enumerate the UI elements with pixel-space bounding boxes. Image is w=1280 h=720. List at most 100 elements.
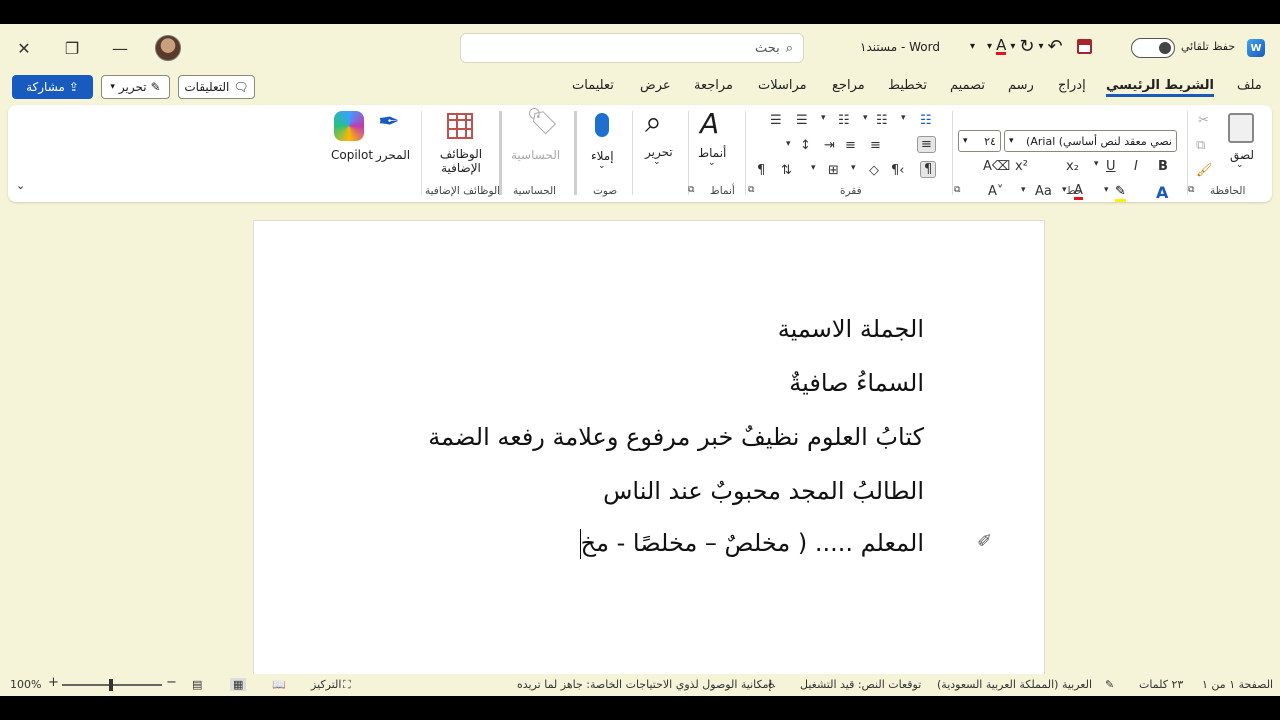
editor-label[interactable]: المحرر [376,148,410,162]
document-line[interactable]: كتابُ العلوم نظيفٌ خبر مرفوع وعلامة رفعه… [428,423,924,451]
document-line-current[interactable]: المعلم ..... ( مخلصٌ – مخلصًا - مخ [579,529,924,559]
format-painter-icon[interactable]: 🖌 [1196,163,1213,178]
tab-draw[interactable]: رسم [1008,78,1034,93]
document-line[interactable]: الجملة الاسمية [778,315,924,343]
undo-icon[interactable]: ↶ [1047,36,1062,57]
addins-label[interactable]: الوظائف الإضافية [437,147,485,175]
tab-insert[interactable]: إدراج [1058,78,1086,93]
zoom-slider-thumb[interactable] [109,679,113,691]
accessibility-icon[interactable]: ♿ [767,678,777,691]
font-name-combo[interactable]: نصي معقد لنص أساسي) Arial) ▾ [1004,130,1177,152]
shading-icon[interactable]: ◇ [869,163,879,178]
paste-chevron-icon[interactable]: ⌄ [1236,160,1244,170]
tab-layout[interactable]: تخطيط [888,78,927,93]
font-size-combo[interactable]: ٢٤ ▾ [958,130,1001,152]
search-box[interactable]: بحث ⌕ [460,33,804,63]
numbering-icon[interactable]: ☷ [876,113,888,128]
styles-chevron-icon[interactable]: ⌄ [708,158,716,168]
dictate-chevron-icon[interactable]: ⌄ [598,161,606,171]
zoom-in-icon[interactable]: + [48,675,59,690]
undo-dropdown-icon[interactable]: ▾ [1038,41,1043,52]
chevron-down-icon[interactable]: ▾ [863,113,868,123]
document-line[interactable]: السماءُ صافيةٌ [789,369,924,397]
ltr-icon[interactable]: ⇥ [824,138,835,153]
chevron-down-icon[interactable]: ▾ [1104,185,1109,195]
align-right-icon[interactable]: ☰ [796,113,808,128]
align-right-active-icon[interactable]: ≡ [917,136,936,153]
justify-icon[interactable]: ≡ [845,138,856,153]
tab-references[interactable]: مراجع [832,78,865,93]
document-title[interactable]: مستند١ - Word [860,40,940,54]
save-icon[interactable] [1076,39,1092,54]
change-case-icon[interactable]: Aa [1035,184,1052,199]
restore-icon[interactable]: ❐ [52,32,92,64]
proofing-icon[interactable]: ✎ [1105,678,1114,691]
chevron-down-icon[interactable]: ▾ [1094,159,1099,169]
copilot-label[interactable]: Copilot [331,148,373,162]
styles-launcher-icon[interactable]: ⧉ [688,185,694,195]
autosave-toggle[interactable] [1131,38,1175,58]
underline-icon[interactable]: U [1106,159,1116,174]
redo-dropdown-icon[interactable]: ▾ [987,41,992,52]
copy-icon[interactable]: ⧉ [1196,138,1205,153]
font-color-icon[interactable]: A [996,38,1007,55]
font-launcher-icon[interactable]: ⧉ [954,185,960,195]
superscript-icon[interactable]: x² [1015,159,1028,174]
read-mode-icon[interactable]: 📖 [272,678,286,691]
redo-icon[interactable]: ↻ [1019,36,1034,57]
cut-icon[interactable]: ✂ [1198,113,1209,128]
find-icon[interactable]: ⌕ [645,105,662,140]
highlight-icon[interactable]: ✎ [1115,184,1126,202]
subscript-icon[interactable]: x₂ [1066,159,1079,174]
editing-chevron-icon[interactable]: ⌄ [653,157,661,167]
draw-pen-icon[interactable]: ✐ [977,531,992,552]
tab-mailings[interactable]: مراسلات [758,78,807,93]
chevron-down-icon[interactable]: ▾ [811,163,816,173]
document-page[interactable]: الجملة الاسمية السماءُ صافيةٌ كتابُ العل… [253,220,1045,696]
bullets-icon[interactable]: ☷ [920,113,932,128]
text-effects-icon[interactable]: A [1156,183,1168,202]
chevron-down-icon[interactable]: ▾ [821,113,826,123]
line-spacing-icon[interactable]: ↕ [800,138,811,153]
editor-icon[interactable]: ✒ [378,107,400,137]
chevron-down-icon[interactable]: ▾ [786,139,791,149]
copilot-icon[interactable] [334,111,364,141]
language-status[interactable]: العربية (المملكة العربية السعودية) [937,678,1092,691]
focus-icon[interactable]: ⛶ [343,678,351,692]
clipboard-launcher-icon[interactable]: ⧉ [1188,185,1194,195]
borders-icon[interactable]: ⊞ [828,163,839,178]
center-icon[interactable]: ≡ [870,138,881,153]
sort-icon[interactable]: ⇅ [781,163,792,178]
page-number[interactable]: الصفحة ١ من ١ [1202,678,1273,691]
bold-icon[interactable]: B [1158,159,1168,174]
clear-formatting-icon[interactable]: A⌫ [983,159,1010,174]
chevron-down-icon[interactable]: ▾ [1021,185,1026,195]
font-color-dropdown-icon[interactable]: ▾ [1010,41,1015,52]
print-layout-icon[interactable]: ▦ [230,678,247,691]
addins-icon[interactable] [447,113,473,139]
tab-design[interactable]: تصميم [950,78,985,93]
chevron-down-icon[interactable]: ▾ [851,163,856,173]
font-size-shrink-icon[interactable]: A˅ [988,184,1003,199]
paste-icon[interactable] [1228,113,1254,143]
minimize-icon[interactable]: — [100,32,140,64]
tab-file[interactable]: ملف [1237,78,1262,93]
web-layout-icon[interactable]: ▤ [192,678,202,691]
collapse-ribbon-icon[interactable]: ⌄ [16,179,25,192]
rtl-direction-icon[interactable]: ¶‹ [891,163,904,178]
chevron-down-icon[interactable]: ▾ [901,113,906,123]
word-count[interactable]: ٢٣ كلمات [1139,678,1183,691]
zoom-slider[interactable] [62,679,162,691]
styles-icon[interactable]: A [700,107,719,140]
align-left-icon[interactable]: ☰ [770,113,782,128]
tab-review[interactable]: مراجعة [694,78,733,93]
microphone-icon[interactable] [595,113,609,137]
tab-help[interactable]: تعليمات [572,78,614,93]
multilevel-list-icon[interactable]: ☷ [838,113,850,128]
focus-label[interactable]: التركيز [311,678,341,691]
italic-icon[interactable]: I [1134,159,1138,174]
show-marks-icon[interactable]: ¶ [757,163,765,178]
avatar[interactable] [155,35,181,61]
tab-view[interactable]: عرض [640,78,671,93]
zoom-out-icon[interactable]: − [166,675,177,690]
